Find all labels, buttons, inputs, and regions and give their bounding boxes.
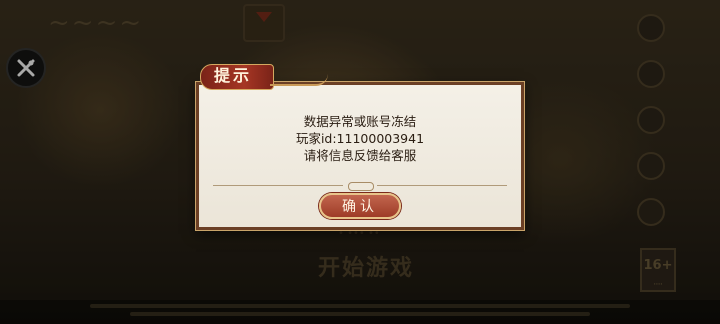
divider-line-left xyxy=(213,185,343,186)
divider-line-right xyxy=(377,185,507,186)
dialog-message-line: 请将信息反馈给客服 xyxy=(303,148,417,163)
dialog-message-line: 玩家id:11100003941 xyxy=(295,131,425,146)
divider-ornament xyxy=(348,182,374,191)
title-ornament xyxy=(270,74,328,86)
dialog-divider xyxy=(213,182,507,191)
confirm-button[interactable]: 确认 xyxy=(319,193,401,219)
dialog-message-line: 数据异常或账号冻结 xyxy=(303,114,417,129)
dialog-title: 提示 xyxy=(214,66,253,85)
